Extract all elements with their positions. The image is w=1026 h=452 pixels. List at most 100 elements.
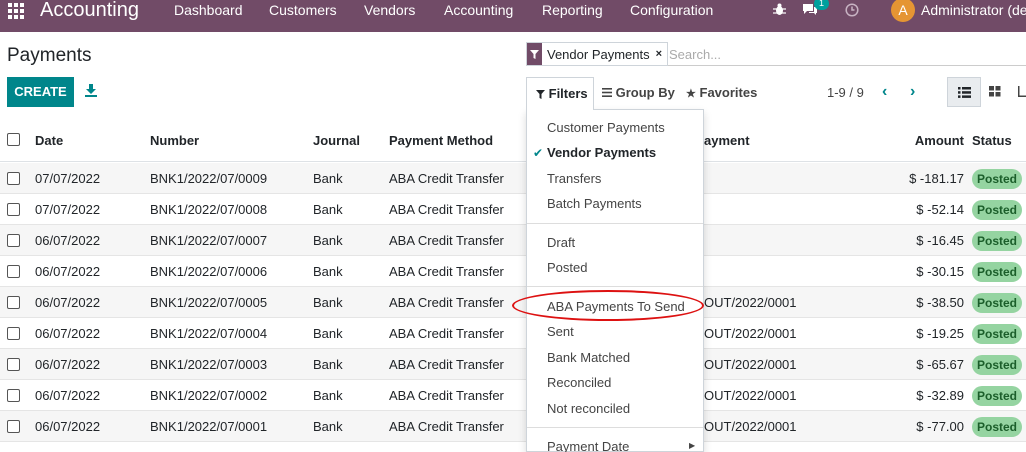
apps-grid-icon[interactable] (8, 3, 24, 19)
caret-right-icon: ▶ (689, 441, 696, 450)
filter-draft[interactable]: Draft (547, 235, 575, 250)
cell-payment-method: ABA Credit Transfer (389, 357, 504, 372)
column-payment-method[interactable]: Payment Method (389, 133, 493, 148)
bug-icon[interactable] (773, 3, 786, 16)
kanban-view-button[interactable] (982, 77, 1010, 107)
pager-next-button[interactable]: › (910, 83, 915, 101)
filter-sent[interactable]: Sent (547, 324, 574, 339)
cell-batch-payment: OUT/2022/0001 (704, 326, 797, 341)
clock-icon[interactable] (845, 3, 859, 17)
table-row[interactable]: 07/07/2022 BNK1/2022/07/0008 Bank ABA Credi… (0, 194, 1026, 225)
filters-button[interactable]: Filters (526, 77, 594, 110)
search-input[interactable] (669, 44, 1009, 64)
create-button[interactable]: CREATE (7, 77, 74, 107)
cell-number: BNK1/2022/07/0008 (150, 202, 268, 217)
cell-payment-method: ABA Credit Transfer (389, 171, 504, 186)
cell-amount: $ -16.45 (916, 233, 964, 248)
row-checkbox[interactable] (7, 389, 20, 402)
table-row[interactable]: 06/07/2022 BNK1/2022/07/0007 Bank ABA Credi… (0, 225, 1026, 256)
page-title: Payments (7, 45, 92, 66)
row-checkbox[interactable] (7, 358, 20, 371)
menu-configuration[interactable]: Configuration (630, 2, 713, 18)
column-number[interactable]: Number (150, 133, 199, 148)
kanban-view-icon (989, 86, 1001, 97)
filter-batch-payments[interactable]: Batch Payments (547, 196, 642, 211)
table-row[interactable]: 06/07/2022 BNK1/2022/07/0001 Bank ABA Credi… (0, 411, 1026, 442)
select-all-checkbox[interactable] (7, 133, 20, 146)
row-checkbox[interactable] (7, 203, 20, 216)
cell-number: BNK1/2022/07/0005 (150, 295, 268, 310)
row-checkbox[interactable] (7, 296, 20, 309)
menu-customers[interactable]: Customers (269, 2, 337, 18)
row-checkbox[interactable] (7, 234, 20, 247)
table-row[interactable]: 06/07/2022 BNK1/2022/07/0006 Bank ABA Credi… (0, 256, 1026, 287)
row-checkbox[interactable] (7, 420, 20, 433)
pager-previous-button[interactable]: ‹ (882, 83, 887, 101)
row-checkbox[interactable] (7, 265, 20, 278)
cell-journal: Bank (313, 357, 343, 372)
group-by-label: Group By (615, 85, 675, 100)
cell-date: 06/07/2022 (35, 295, 101, 310)
status-badge: Posted (972, 169, 1023, 189)
table-row[interactable]: 06/07/2022 BNK1/2022/07/0002 Bank ABA Credi… (0, 380, 1026, 411)
pager-value[interactable]: 1-9 / 9 (827, 85, 864, 100)
table-row[interactable]: 06/07/2022 BNK1/2022/07/0004 Bank ABA Credi… (0, 318, 1026, 349)
cell-payment-method: ABA Credit Transfer (389, 202, 504, 217)
cell-journal: Bank (313, 388, 343, 403)
favorites-label: Favorites (699, 85, 758, 100)
menu-dashboard[interactable]: Dashboard (174, 2, 243, 18)
filter-not-reconciled[interactable]: Not reconciled (547, 401, 630, 416)
menu-reporting[interactable]: Reporting (542, 2, 603, 18)
column-batch-payment[interactable]: ayment (704, 133, 750, 148)
status-badge: Posted (972, 262, 1023, 282)
dropdown-divider (527, 223, 703, 224)
filter-reconciled[interactable]: Reconciled (547, 375, 611, 390)
filters-dropdown: Customer Payments ✔ Vendor Payments Tran… (526, 109, 704, 452)
facet-value: Vendor Payments (547, 46, 650, 62)
user-menu[interactable]: Administrator (den (921, 2, 1026, 18)
top-navbar: Accounting Dashboard Customers Vendors A… (0, 0, 1026, 32)
user-avatar[interactable]: A (891, 0, 915, 22)
app-title[interactable]: Accounting (40, 0, 139, 23)
filter-posted[interactable]: Posted (547, 260, 587, 275)
filter-bank-matched[interactable]: Bank Matched (547, 350, 630, 365)
cell-amount: $ -38.50 (916, 295, 964, 310)
menu-vendors[interactable]: Vendors (364, 2, 415, 18)
filter-customer-payments[interactable]: Customer Payments (547, 120, 665, 135)
list-view-button[interactable] (947, 77, 981, 107)
cell-amount: $ -30.15 (916, 264, 964, 279)
filter-transfers[interactable]: Transfers (547, 171, 601, 186)
cell-payment-method: ABA Credit Transfer (389, 295, 504, 310)
row-checkbox[interactable] (7, 327, 20, 340)
cell-date: 06/07/2022 (35, 326, 101, 341)
table-row[interactable]: 06/07/2022 BNK1/2022/07/0003 Bank ABA Credi… (0, 349, 1026, 380)
column-journal[interactable]: Journal (313, 133, 360, 148)
search-bar[interactable]: Vendor Payments × (526, 42, 1026, 66)
highlight-annotation-ring (512, 290, 704, 321)
facet-remove-icon[interactable]: × (654, 48, 667, 60)
cell-date: 06/07/2022 (35, 233, 101, 248)
cell-journal: Bank (313, 419, 343, 434)
cell-number: BNK1/2022/07/0007 (150, 233, 268, 248)
table-row[interactable]: 07/07/2022 BNK1/2022/07/0009 Bank ABA Credi… (0, 163, 1026, 194)
filter-payment-date[interactable]: Payment Date (547, 439, 629, 452)
graph-view-button[interactable] (1013, 77, 1026, 107)
status-badge: Posted (972, 200, 1023, 220)
menu-accounting[interactable]: Accounting (444, 2, 513, 18)
dropdown-divider (527, 427, 703, 428)
row-checkbox[interactable] (7, 172, 20, 185)
cell-payment-method: ABA Credit Transfer (389, 264, 504, 279)
column-status[interactable]: Status (972, 133, 1012, 148)
dropdown-divider (527, 286, 703, 287)
column-amount[interactable]: Amount (884, 133, 964, 148)
filters-label: Filters (548, 86, 588, 101)
cell-batch-payment: OUT/2022/0001 (704, 419, 797, 434)
group-by-button[interactable]: Group By (602, 85, 675, 100)
favorites-button[interactable]: ★ Favorites (686, 85, 757, 100)
cell-date: 06/07/2022 (35, 419, 101, 434)
column-date[interactable]: Date (35, 133, 63, 148)
cell-date: 06/07/2022 (35, 357, 101, 372)
cell-number: BNK1/2022/07/0002 (150, 388, 268, 403)
filter-vendor-payments[interactable]: Vendor Payments (547, 145, 656, 160)
download-icon[interactable] (84, 84, 98, 98)
